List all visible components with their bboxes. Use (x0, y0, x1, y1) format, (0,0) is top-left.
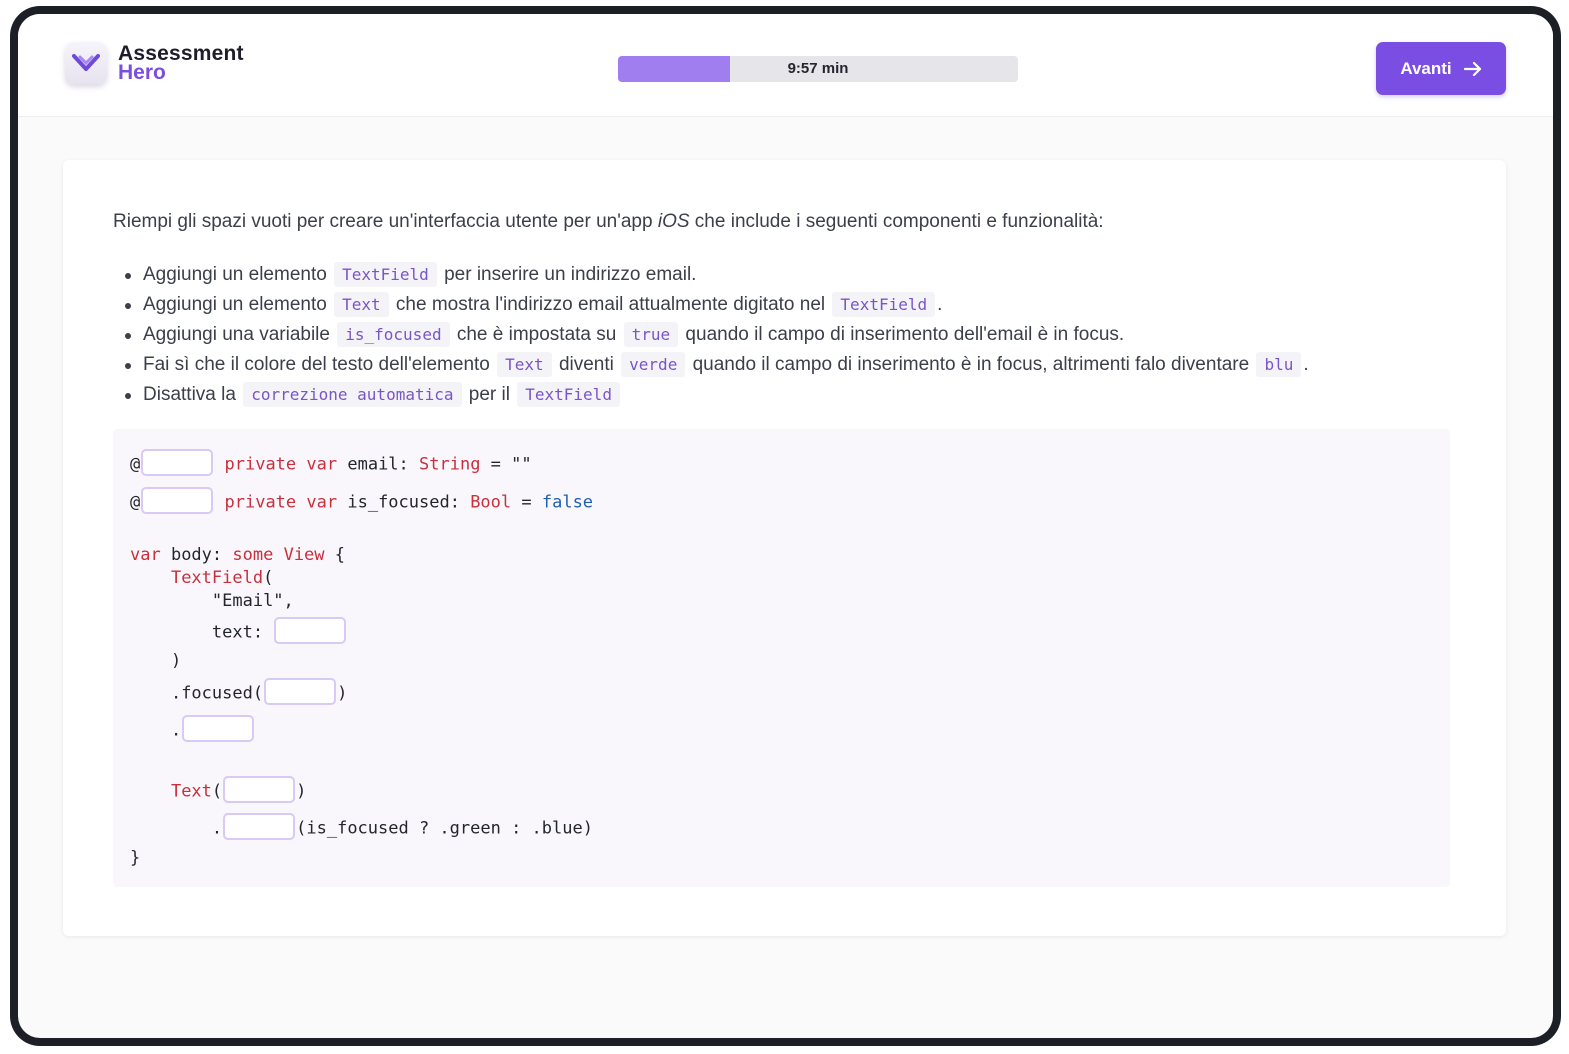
code-line: @ private var email: String = "" (130, 449, 532, 478)
timer-progress-bar: 9:57 min (618, 56, 1018, 82)
blank-input[interactable] (141, 487, 214, 514)
inline-code: correzione automatica (243, 382, 462, 407)
code-line: TextField( (170, 568, 274, 588)
code-line: ) (170, 651, 182, 671)
list-item: Fai sì che il colore del testo dell'elem… (125, 350, 1309, 380)
list-item: Disattiva la correzione automatica per i… (125, 380, 1309, 410)
code-line: text: (130, 617, 347, 646)
assessment-hero-logo-icon (65, 42, 107, 84)
blank-input[interactable] (264, 678, 337, 705)
list-item: Aggiungi una variabile is_focused che è … (125, 320, 1309, 350)
arrow-right-icon (1463, 61, 1481, 76)
code-line: . (is_focused ? .green : .blue) (130, 813, 593, 842)
next-button[interactable]: Avanti (1376, 42, 1506, 95)
requirements-list: Aggiungi un elemento TextField per inser… (125, 260, 1309, 410)
question-card: Riempi gli spazi vuoti per creare un'int… (63, 160, 1506, 936)
inline-code: is_focused (337, 322, 450, 347)
next-button-label: Avanti (1400, 58, 1452, 78)
inline-code: verde (621, 352, 686, 377)
blank-input[interactable] (182, 715, 255, 742)
code-line: "Email", (211, 591, 294, 611)
code-line: @ private var is_focused: Bool = false (130, 487, 593, 516)
blank-input[interactable] (223, 813, 296, 840)
timer-text: 9:57 min (787, 60, 849, 77)
brand-line2: Hero (118, 61, 166, 84)
code-line: .focused() (130, 678, 347, 707)
list-item: Aggiungi un elemento Text che mostra l'i… (125, 290, 1309, 320)
inline-code: blu (1256, 352, 1302, 377)
device-frame: Assessment Hero 9:57 min Avanti Riempi g… (10, 6, 1561, 1046)
code-line: . (130, 715, 255, 744)
intro-emphasis: iOS (657, 211, 690, 232)
question-intro: Riempi gli spazi vuoti per creare un'int… (113, 211, 1104, 232)
inline-code: Text (334, 292, 389, 317)
inline-code: TextField (832, 292, 936, 317)
brand-name: Assessment Hero (118, 43, 244, 84)
code-editor: @ private var email: String = "" @ priva… (113, 429, 1450, 887)
code-line: var body: some View { (130, 545, 346, 565)
inline-code: TextField (334, 262, 437, 287)
code-line: } (130, 848, 141, 868)
code-line: Text() (130, 776, 306, 805)
blank-input[interactable] (141, 449, 214, 476)
inline-code: true (623, 322, 679, 347)
top-bar: Assessment Hero 9:57 min Avanti (18, 14, 1553, 117)
inline-code: Text (497, 352, 552, 377)
app-screen: Assessment Hero 9:57 min Avanti Riempi g… (18, 14, 1553, 1038)
inline-code: TextField (517, 382, 620, 407)
list-item: Aggiungi un elemento TextField per inser… (125, 260, 1309, 290)
blank-input[interactable] (223, 776, 296, 803)
blank-input[interactable] (274, 617, 347, 644)
